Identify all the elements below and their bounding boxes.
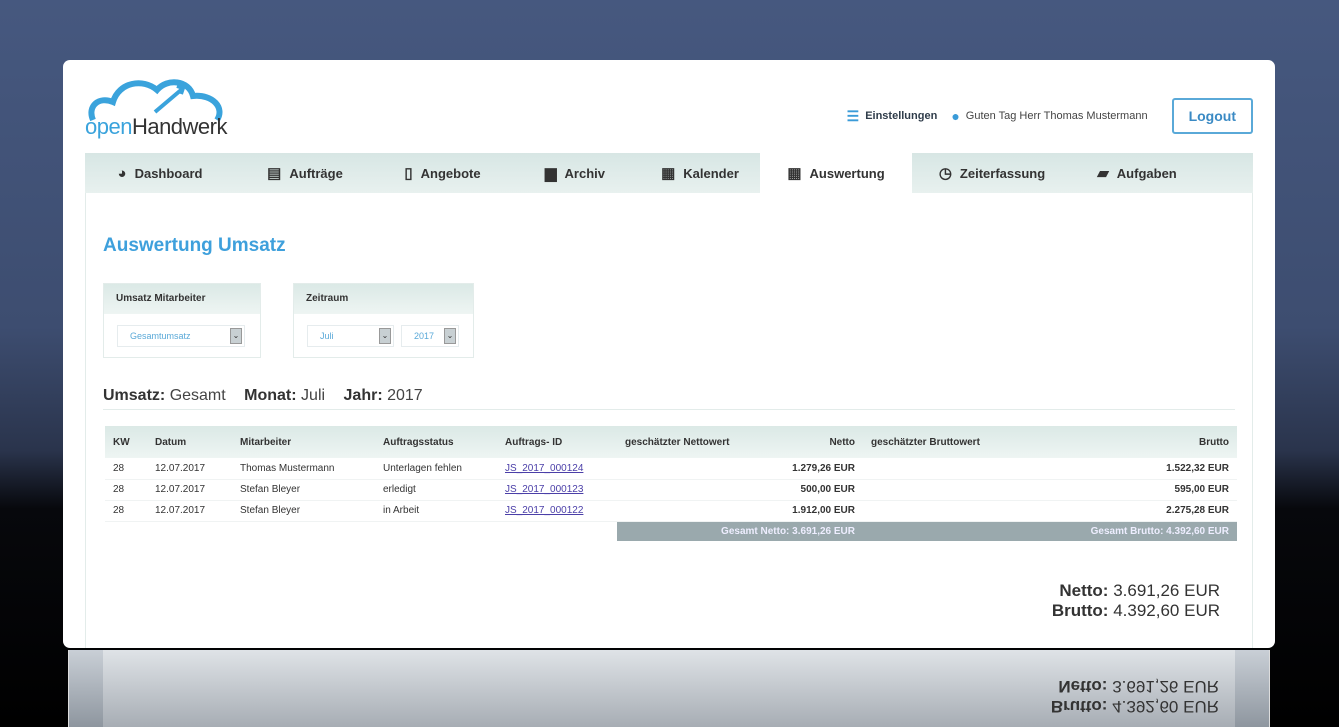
tab-archiv[interactable]: ▆ Archiv	[510, 153, 640, 193]
employee-select[interactable]: Gesamtumsatz ⌄	[117, 325, 245, 347]
table-cell: JS_2017_000124	[497, 458, 617, 480]
table-cell: erledigt	[375, 479, 497, 501]
table-cell: 28	[105, 479, 147, 501]
chevron-down-icon: ⌄	[379, 328, 391, 344]
app-window: openHandwerk ☰ Einstellungen ● Guten Tag H…	[63, 60, 1275, 648]
tab-auswertung[interactable]: ▦ Auswertung	[760, 153, 912, 193]
table-cell: 12.07.2017	[147, 479, 232, 501]
totals-row: Gesamt Netto: 3.691,26 EUR Gesamt Brutto…	[105, 521, 1237, 541]
table-cell: JS_2017_000123	[497, 479, 617, 501]
table-row: 28 12.07.2017 Thomas Mustermann Unterlagen …	[105, 458, 1237, 480]
summary-line: Umsatz: Gesamt Monat: Juli Jahr: 2017	[103, 387, 423, 404]
calculator-icon: ▦	[787, 165, 802, 182]
book-icon: ▰	[1097, 165, 1109, 182]
reflection: Brutto: 4.392,60 EUR Netto: 3.691,26 EUR	[68, 650, 1270, 727]
table-row: 28 12.07.2017 Stefan Bleyer in Arbeit JS_201…	[105, 500, 1237, 522]
clock-icon: ◷	[938, 165, 952, 182]
table-cell: 2.275,28 EUR	[1023, 500, 1237, 522]
page-title: Auswertung Umsatz	[103, 235, 286, 256]
table-cell: in Arbeit	[375, 500, 497, 522]
table-cell: 1.279,26 EUR	[777, 458, 863, 480]
order-id-link[interactable]: JS_2017_000123	[505, 484, 583, 495]
divider	[103, 409, 1235, 410]
table-cell: 28	[105, 458, 147, 480]
tab-dashboard[interactable]: ◕ Dashboard	[85, 153, 235, 193]
table-cell: 1.912,00 EUR	[777, 500, 863, 522]
tab-kalender[interactable]: ▦ Kalender	[640, 153, 760, 193]
main-tabs: ◕ Dashboard ▤ Aufträge ▯ Angebote ▆ Archiv ▦…	[85, 153, 1253, 193]
table-cell	[863, 479, 1023, 501]
reflected-totals: Brutto: 4.392,60 EUR Netto: 3.691,26 EUR	[1050, 677, 1219, 716]
table-cell: 500,00 EUR	[777, 479, 863, 501]
logo-text: openHandwerk	[85, 114, 228, 139]
archive-icon: ▆	[544, 165, 557, 182]
chevron-down-icon: ⌄	[444, 328, 456, 344]
dashboard-icon: ◕	[117, 164, 127, 182]
table-cell: 28	[105, 500, 147, 522]
table-cell: 12.07.2017	[147, 458, 232, 480]
table-cell: JS_2017_000122	[497, 500, 617, 522]
file-icon: ▯	[404, 165, 413, 182]
table-cell: 595,00 EUR	[1023, 479, 1237, 501]
logo[interactable]: openHandwerk	[85, 72, 235, 142]
month-select[interactable]: Juli ⌄	[307, 325, 394, 347]
user-greeting: ● Guten Tag Herr Thomas Mustermann	[951, 108, 1148, 124]
revenue-table: KW Datum Mitarbeiter Auftragsstatus Auft…	[105, 426, 1237, 541]
employee-filter-panel: Umsatz Mitarbeiter Gesamtumsatz ⌄	[103, 283, 261, 358]
table-cell	[863, 500, 1023, 522]
year-select[interactable]: 2017 ⌄	[401, 325, 459, 347]
chevron-down-icon: ⌄	[230, 328, 242, 344]
tab-auftraege[interactable]: ▤ Aufträge	[235, 153, 375, 193]
table-cell: Stefan Bleyer	[232, 500, 375, 522]
settings-link[interactable]: ☰ Einstellungen	[847, 108, 938, 125]
table-cell	[863, 458, 1023, 480]
table-cell	[617, 458, 777, 480]
content-area: Auswertung Umsatz Umsatz Mitarbeiter Ges…	[85, 193, 1253, 648]
order-id-link[interactable]: JS_2017_000124	[505, 463, 583, 474]
document-icon: ▤	[267, 165, 282, 182]
table-cell	[617, 500, 777, 522]
table-cell: Thomas Mustermann	[232, 458, 375, 480]
tab-zeiterfassung[interactable]: ◷ Zeiterfassung	[912, 153, 1072, 193]
logout-button[interactable]: Logout	[1171, 98, 1253, 134]
table-row: 28 12.07.2017 Stefan Bleyer erledigt JS_2017…	[105, 479, 1237, 501]
table-cell: Stefan Bleyer	[232, 479, 375, 501]
calendar-icon: ▦	[661, 165, 676, 182]
period-filter-panel: Zeitraum Juli ⌄ 2017 ⌄	[293, 283, 474, 358]
table-cell: Unterlagen fehlen	[375, 458, 497, 480]
table-cell: 1.522,32 EUR	[1023, 458, 1237, 480]
user-icon: ●	[951, 108, 960, 124]
table-cell: 12.07.2017	[147, 500, 232, 522]
top-nav: ☰ Einstellungen ● Guten Tag Herr Thomas Mu…	[847, 98, 1253, 134]
menu-icon: ☰	[846, 107, 860, 124]
table-cell	[617, 479, 777, 501]
order-id-link[interactable]: JS_2017_000122	[505, 505, 583, 516]
tab-angebote[interactable]: ▯ Angebote	[375, 153, 510, 193]
grand-totals: Netto: 3.691,26 EUR Brutto: 4.392,60 EUR	[1051, 581, 1220, 620]
tab-aufgaben[interactable]: ▰ Aufgaben	[1072, 153, 1202, 193]
